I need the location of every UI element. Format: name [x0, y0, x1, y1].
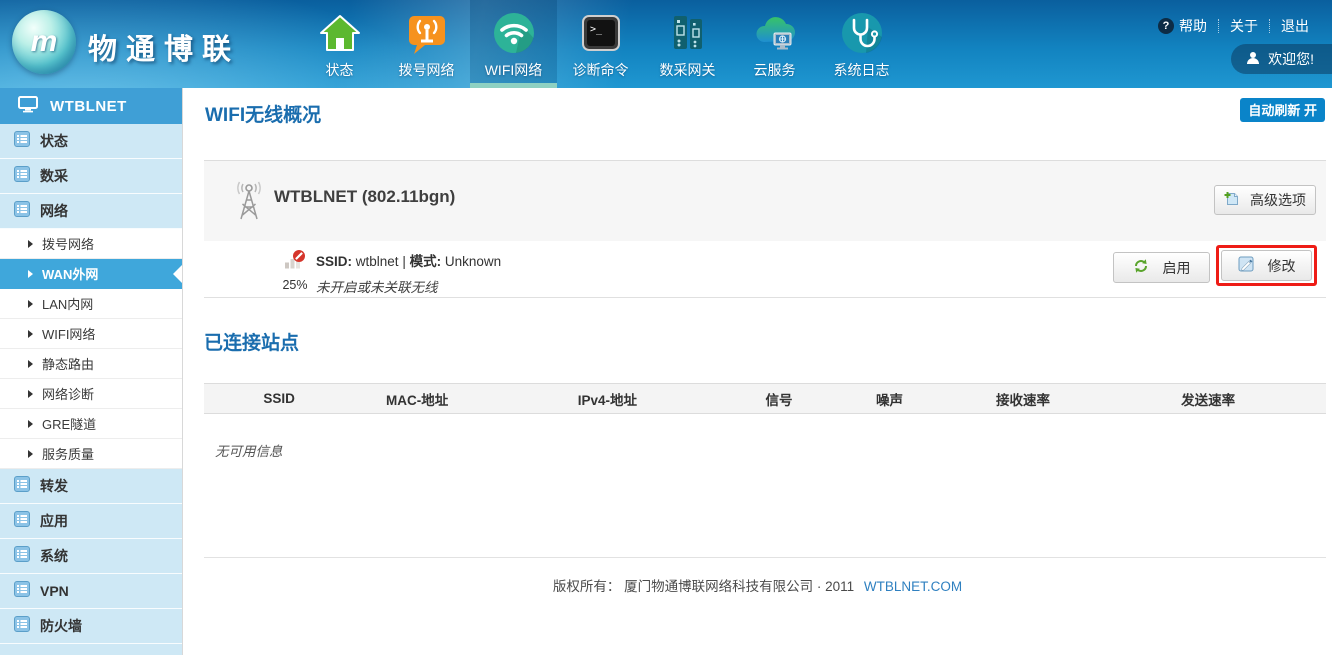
- brand-logo-icon: m: [12, 10, 76, 74]
- home-icon: [317, 10, 363, 56]
- sidebar-item-data-collect[interactable]: 数采: [0, 159, 182, 194]
- sidebar-sub-gre-tunnel[interactable]: GRE隧道: [0, 409, 182, 439]
- footer-divider: [204, 557, 1326, 558]
- stethoscope-icon: [839, 10, 885, 56]
- main-content: WIFI无线概况 自动刷新 开 WTBLNET (802.11bgn) 高级选项…: [183, 88, 1332, 655]
- footer-link[interactable]: WTBLNET.COM: [864, 579, 962, 594]
- auto-refresh-toggle[interactable]: 自动刷新 开: [1240, 98, 1325, 122]
- sidebar: WTBLNET 状态 数采 网络 拨号网络 WAN外网 LAN内网 WIFI网络…: [0, 88, 183, 655]
- wifi-overview-panel: WTBLNET (802.11bgn) 高级选项 25% SSID: wtbln…: [204, 160, 1326, 298]
- modify-highlight-box: 修改: [1216, 245, 1317, 286]
- refresh-icon: [1133, 258, 1149, 277]
- ssid-info: SSID: wtblnet | 模式: Unknown 未开启或未关联无线: [316, 250, 501, 296]
- sidebar-sub-lan[interactable]: LAN内网: [0, 289, 182, 319]
- signal-block: 25%: [277, 248, 313, 292]
- col-rx-rate: 接收速率: [956, 389, 1091, 409]
- nav-item-data-gateway[interactable]: 数采网关: [644, 0, 731, 88]
- signal-disabled-icon: [284, 257, 306, 274]
- ssid-line: SSID: wtblnet | 模式: Unknown: [316, 250, 501, 270]
- monitor-icon: [18, 96, 38, 117]
- col-tx-rate: 发送速率: [1090, 389, 1326, 409]
- list-icon: [14, 476, 30, 497]
- nav-item-diagnostic-command[interactable]: >_ 诊断命令: [557, 0, 644, 88]
- nav-item-dial-network[interactable]: 拨号网络: [383, 0, 470, 88]
- about-link[interactable]: 关于: [1219, 16, 1269, 36]
- list-icon: [14, 546, 30, 567]
- arrow-right-icon: [28, 270, 33, 278]
- user-icon: [1246, 51, 1260, 68]
- list-icon: [14, 511, 30, 532]
- arrow-right-icon: [28, 300, 33, 308]
- sidebar-item-status[interactable]: 状态: [0, 124, 182, 159]
- col-noise: 噪声: [823, 389, 955, 409]
- connected-stations-title: 已连接站点: [204, 328, 299, 355]
- help-link[interactable]: ? 帮助: [1147, 16, 1218, 36]
- col-ssid: SSID: [204, 391, 354, 406]
- arrow-right-icon: [28, 330, 33, 338]
- wifi-ssid-row: 25% SSID: wtblnet | 模式: Unknown 未开启或未关联无…: [204, 241, 1326, 298]
- sidebar-item-network[interactable]: 网络: [0, 194, 182, 229]
- nav-item-system-log[interactable]: 系统日志: [818, 0, 905, 88]
- page-plus-icon: [1224, 191, 1240, 210]
- col-ipv4: IPv4-地址: [480, 389, 735, 409]
- brand-name: 物通博联: [88, 26, 240, 68]
- modify-button[interactable]: 修改: [1221, 250, 1312, 281]
- brand-logo-letter: m: [31, 25, 58, 59]
- arrow-right-icon: [28, 240, 33, 248]
- svg-text:>_: >_: [590, 24, 603, 35]
- advanced-options-button[interactable]: 高级选项: [1214, 185, 1316, 215]
- top-header: m 物通博联 状态 拨号网络 WIFI网络 >_ 诊断命令: [0, 0, 1332, 88]
- sidebar-sub-network-diagnose[interactable]: 网络诊断: [0, 379, 182, 409]
- list-icon: [14, 201, 30, 222]
- sidebar-sub-qos[interactable]: 服务质量: [0, 439, 182, 469]
- copyright-text: 版权所有： 厦门物通博联网络科技有限公司 · 2011: [553, 579, 854, 594]
- list-icon: [14, 581, 30, 602]
- sidebar-item-system[interactable]: 系统: [0, 539, 182, 574]
- enable-button[interactable]: 启用: [1113, 252, 1210, 283]
- terminal-icon: >_: [578, 10, 624, 56]
- table-header-row: SSID MAC-地址 IPv4-地址 信号 噪声 接收速率 发送速率: [204, 383, 1326, 414]
- dial-broadcast-icon: [404, 10, 450, 56]
- sidebar-item-forward[interactable]: 转发: [0, 469, 182, 504]
- arrow-right-icon: [28, 450, 33, 458]
- selected-notch: [173, 265, 182, 283]
- col-mac: MAC-地址: [354, 389, 480, 409]
- signal-percent: 25%: [277, 278, 313, 292]
- sidebar-item-firewall[interactable]: 防火墙: [0, 609, 182, 644]
- arrow-right-icon: [28, 420, 33, 428]
- arrow-right-icon: [28, 390, 33, 398]
- sidebar-sub-dial-network[interactable]: 拨号网络: [0, 229, 182, 259]
- nav-item-wifi-network[interactable]: WIFI网络: [470, 0, 557, 88]
- arrow-right-icon: [28, 360, 33, 368]
- nav-item-cloud-service[interactable]: 云服务: [731, 0, 818, 88]
- list-icon: [14, 166, 30, 187]
- edit-pencil-icon: [1238, 256, 1254, 275]
- wifi-icon: [491, 10, 537, 56]
- nav-item-status[interactable]: 状态: [296, 0, 383, 88]
- list-icon: [14, 131, 30, 152]
- antenna-tower-icon: [229, 179, 269, 228]
- wifi-status-text: 未开启或未关联无线: [316, 276, 501, 296]
- wifi-panel-header: WTBLNET (802.11bgn) 高级选项: [204, 161, 1326, 241]
- top-nav: 状态 拨号网络 WIFI网络 >_ 诊断命令 数采网关: [296, 0, 905, 88]
- list-icon: [14, 616, 30, 637]
- empty-table-message: 无可用信息: [215, 440, 283, 460]
- logout-link[interactable]: 退出: [1270, 16, 1320, 36]
- gateway-device-icon: [665, 10, 711, 56]
- help-icon: ?: [1158, 18, 1174, 34]
- wifi-network-heading: WTBLNET (802.11bgn): [274, 187, 455, 207]
- sidebar-sub-wifi[interactable]: WIFI网络: [0, 319, 182, 349]
- top-links: ? 帮助 关于 退出: [1147, 16, 1320, 36]
- sidebar-sub-wan[interactable]: WAN外网: [0, 259, 182, 289]
- footer: 版权所有： 厦门物通博联网络科技有限公司 · 2011 WTBLNET.COM: [183, 575, 1332, 595]
- sidebar-item-vpn[interactable]: VPN: [0, 574, 182, 609]
- page-title: WIFI无线概况: [205, 100, 321, 127]
- sidebar-device-header: WTBLNET: [0, 88, 182, 124]
- sidebar-item-apps[interactable]: 应用: [0, 504, 182, 539]
- cloud-icon: [752, 10, 798, 56]
- welcome-badge[interactable]: 欢迎您!: [1231, 44, 1332, 74]
- connected-stations-table: SSID MAC-地址 IPv4-地址 信号 噪声 接收速率 发送速率: [204, 383, 1326, 414]
- sidebar-sub-static-route[interactable]: 静态路由: [0, 349, 182, 379]
- col-signal: 信号: [735, 389, 824, 409]
